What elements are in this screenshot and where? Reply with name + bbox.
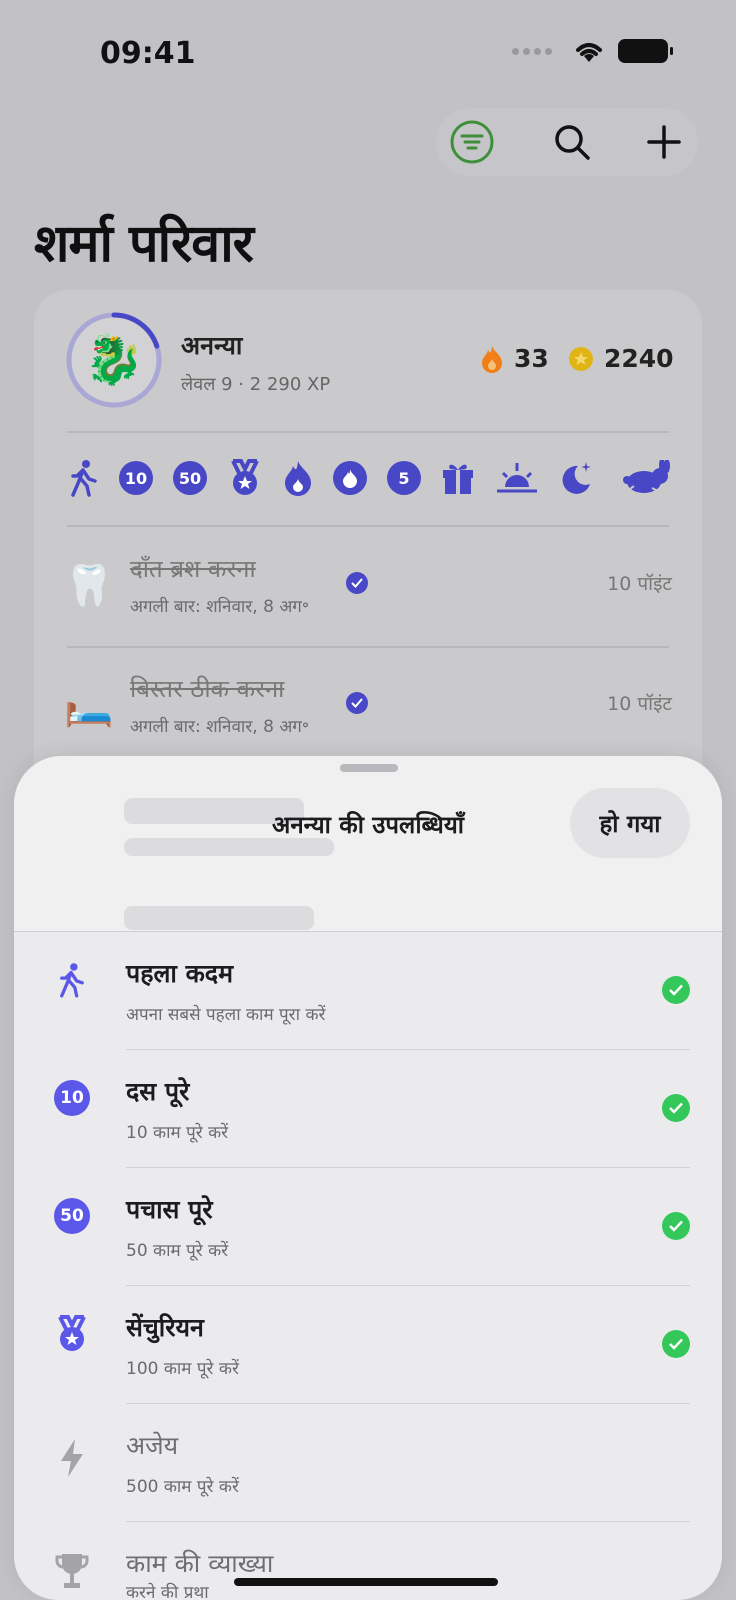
achievement-desc: अपना सबसे पहला काम पूरा करें	[126, 1005, 326, 1025]
plus-icon	[647, 125, 681, 159]
achievement-row[interactable]: सेंचुरियन 100 काम पूरे करें	[14, 1286, 722, 1404]
sheet-header: अनन्या की उपलब्धियाँ हो गया	[14, 756, 722, 932]
filter-icon	[450, 120, 494, 164]
flame-icon	[482, 345, 502, 373]
task-emoji: 🦷	[64, 563, 114, 609]
coins-stat: 2240	[568, 344, 674, 373]
search-icon	[555, 125, 590, 160]
divider	[67, 525, 669, 527]
achievement-row[interactable]: 50 पचास पूरे 50 काम पूरे करें	[14, 1168, 722, 1286]
achievement-title: पचास पूरे	[126, 1195, 213, 1224]
achievement-title: पहला कदम	[126, 959, 234, 988]
achievement-desc: करने की प्रथा	[126, 1583, 209, 1600]
battery-icon	[618, 39, 673, 63]
badge-50[interactable]: 50	[170, 458, 210, 498]
avatar-emoji: 🐉	[84, 332, 144, 388]
badge-row: 10 50 5	[64, 458, 674, 504]
task-row[interactable]: 🦷 दाँत ब्रश करना अगली बार: शनिवार, 8 अग॰…	[64, 552, 672, 642]
moon-icon[interactable]	[556, 458, 596, 498]
achievement-row[interactable]: 10 दस पूरे 10 काम पूरे करें	[14, 1050, 722, 1168]
achievement-title: अजेय	[126, 1431, 179, 1460]
sunrise-icon[interactable]	[494, 458, 540, 498]
checkmark-icon	[346, 572, 368, 594]
check-icon	[662, 976, 690, 1004]
blurred-row	[124, 906, 314, 930]
task-title: बिस्तर ठीक करना	[130, 675, 285, 703]
task-points: 10 पॉइंट	[607, 573, 672, 595]
medal-icon	[52, 1314, 92, 1354]
check-icon	[662, 1330, 690, 1358]
done-button[interactable]: हो गया	[570, 788, 690, 858]
search-button[interactable]	[546, 116, 598, 168]
profile-level: लेवल 9 · 2 290 XP	[181, 374, 331, 395]
task-row[interactable]: 🛏️ बिस्तर ठीक करना अगली बार: शनिवार, 8 अ…	[64, 672, 672, 762]
task-title: दाँत ब्रश करना	[130, 555, 256, 583]
page-title: शर्मा परिवार	[34, 214, 254, 274]
signal-icon	[512, 47, 552, 55]
achievement-row[interactable]: पहला कदम अपना सबसे पहला काम पूरा करें	[14, 932, 722, 1050]
avatar[interactable]: 🐉	[64, 310, 164, 410]
add-button[interactable]	[638, 116, 690, 168]
flame-circle-icon[interactable]	[330, 458, 370, 498]
sheet-grabber[interactable]	[340, 764, 398, 772]
achievement-row[interactable]: अजेय 500 काम पूरे करें	[14, 1404, 722, 1522]
profile-name: अनन्या	[181, 331, 243, 360]
achievements-sheet: अनन्या की उपलब्धियाँ हो गया पहला कदम अपन…	[14, 756, 722, 1600]
home-indicator[interactable]	[234, 1578, 498, 1586]
trophy-icon	[52, 1552, 92, 1592]
walking-icon	[52, 960, 92, 1000]
task-emoji: 🛏️	[64, 683, 114, 729]
streak-stat: 33	[480, 344, 549, 373]
medal-icon[interactable]	[225, 458, 265, 498]
bolt-icon	[52, 1438, 92, 1478]
achievement-title: दस पूरे	[126, 1077, 190, 1106]
badge-5[interactable]: 5	[384, 458, 424, 498]
status-time: 09:41	[100, 36, 196, 71]
check-icon	[662, 1094, 690, 1122]
task-points: 10 पॉइंट	[607, 693, 672, 715]
badge-50-icon: 50	[52, 1196, 92, 1236]
gift-icon[interactable]	[438, 458, 478, 498]
achievement-desc: 50 काम पूरे करें	[126, 1241, 229, 1261]
divider	[67, 431, 669, 433]
achievement-desc: 10 काम पूरे करें	[126, 1123, 229, 1143]
check-icon	[662, 1212, 690, 1240]
achievement-desc: 100 काम पूरे करें	[126, 1359, 239, 1379]
achievement-row[interactable]: काम की व्याख्या करने की प्रथा	[14, 1522, 722, 1600]
streak-value: 33	[514, 344, 549, 373]
flame-badge-icon[interactable]	[278, 458, 318, 498]
achievement-title: काम की व्याख्या	[126, 1549, 274, 1578]
divider	[67, 646, 669, 648]
achievement-desc: 500 काम पूरे करें	[126, 1477, 239, 1497]
checkmark-icon	[346, 692, 368, 714]
badge-10[interactable]: 10	[116, 458, 156, 498]
rabbit-icon[interactable]	[622, 458, 672, 498]
coin-icon	[569, 346, 593, 371]
task-next-date: अगली बार: शनिवार, 8 अग॰	[130, 597, 310, 617]
wifi-icon	[576, 43, 602, 62]
filter-button[interactable]	[446, 116, 498, 168]
task-next-date: अगली बार: शनिवार, 8 अग॰	[130, 717, 310, 737]
coins-value: 2240	[604, 344, 674, 373]
badge-10-icon: 10	[52, 1078, 92, 1118]
achievement-title: सेंचुरियन	[126, 1313, 204, 1342]
walking-icon[interactable]	[64, 458, 104, 498]
status-icons	[512, 38, 673, 64]
